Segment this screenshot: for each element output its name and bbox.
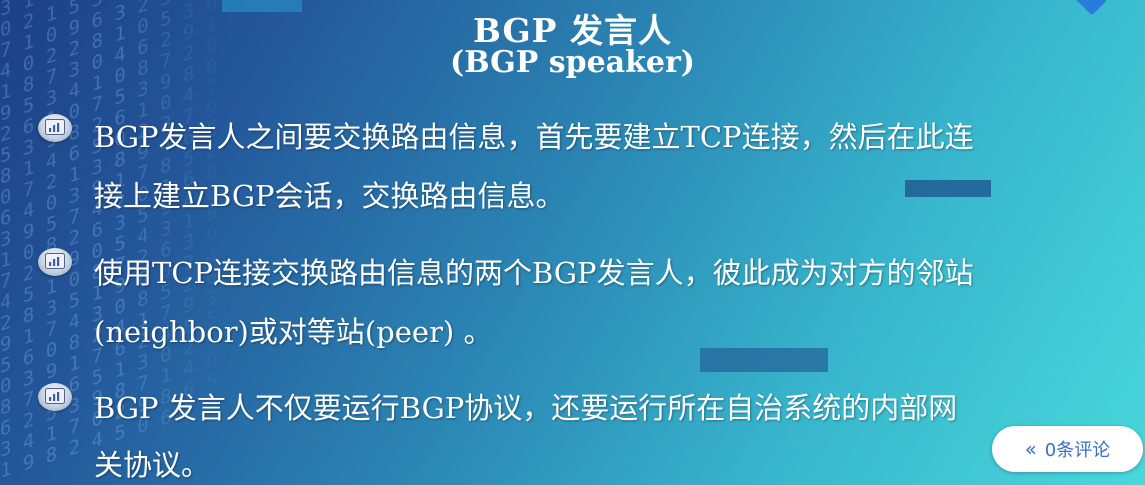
chart-bullet-icon (38, 114, 72, 142)
comments-button[interactable]: ‹‹ 0条评论 (992, 426, 1143, 472)
bullet-2-line-2: (neighbor)或对等站(peer) 。 (94, 315, 493, 349)
bullet-3-line-1: BGP 发言人不仅要运行BGP协议，还要运行所在自治系统的内部网 (94, 391, 958, 425)
slide-subtitle: (BGP speaker) (450, 45, 695, 80)
bullet-1-line-1: BGP发言人之间要交换路由信息，首先要建立TCP连接，然后在此连 (94, 120, 974, 154)
comments-label: 0条评论 (1044, 440, 1111, 461)
slide: 3 1 4 0 7 2 9 5 8 0 6 1 0 2 1 5 3 4 8 7 … (0, 0, 1145, 485)
decor-bar (700, 348, 828, 372)
chart-bullet-icon (38, 248, 72, 276)
bullet-3-line-2: 关协议。 (94, 448, 211, 482)
bullet-1-line-2: 接上建立BGP会话，交换路由信息。 (94, 179, 565, 213)
decor-bar (905, 180, 991, 197)
bullet-2-line-1: 使用TCP连接交换路由信息的两个BGP发言人，彼此成为对方的邻站 (94, 256, 974, 290)
chart-bullet-icon (38, 383, 72, 411)
double-chevron-left-icon: ‹‹ (1024, 437, 1037, 461)
